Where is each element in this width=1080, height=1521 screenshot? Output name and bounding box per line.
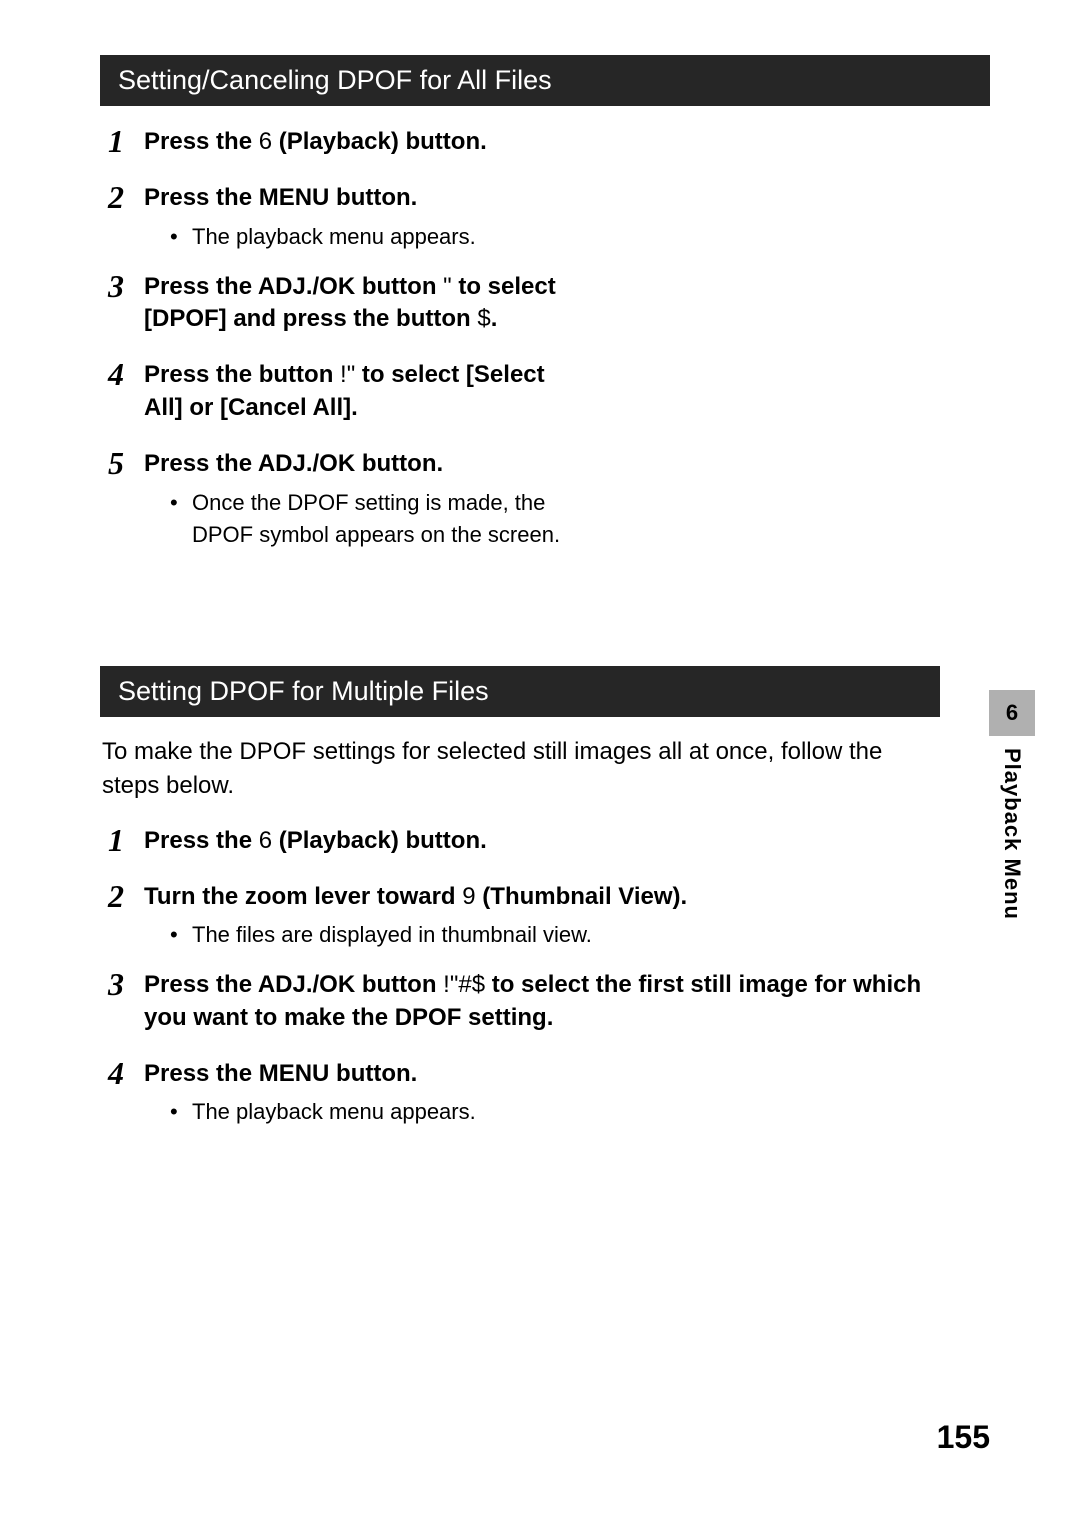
- step-title: Press the ADJ./OK button !"#$ to select …: [144, 969, 940, 1034]
- manual-page: Setting/Canceling DPOF for All Files 1 P…: [0, 0, 1080, 1521]
- step-list-1: 1 Press the 6 (Playback) button. 2 Press…: [100, 124, 990, 550]
- step-list-2: 1 Press the 6 (Playback) button. 2 Turn …: [100, 823, 940, 1129]
- step-number: 4: [108, 357, 144, 430]
- step-item: 1 Press the 6 (Playback) button.: [100, 124, 990, 164]
- step-item: 3 Press the ADJ./OK button !"#$ to selec…: [100, 967, 940, 1040]
- page-number: 155: [937, 1419, 990, 1456]
- step-item: 4 Press the MENU button. The playback me…: [100, 1056, 940, 1128]
- step-title: Press the 6 (Playback) button.: [144, 126, 584, 158]
- step-body: Press the 6 (Playback) button.: [144, 124, 990, 164]
- chapter-number-box: 6: [989, 690, 1035, 736]
- step-body: Press the ADJ./OK button. Once the DPOF …: [144, 446, 990, 550]
- section-header-1: Setting/Canceling DPOF for All Files: [100, 55, 990, 106]
- section-intro: To make the DPOF settings for selected s…: [100, 735, 900, 802]
- step-title: Press the ADJ./OK button " to select [DP…: [144, 271, 584, 336]
- step-title: Press the 6 (Playback) button.: [144, 825, 940, 857]
- sub-bullet: The playback menu appears.: [170, 1096, 940, 1128]
- step-item: 3 Press the ADJ./OK button " to select […: [100, 269, 990, 342]
- sub-bullet-list: The playback menu appears.: [144, 1096, 940, 1128]
- step-body: Turn the zoom lever toward 9 (Thumbnail …: [144, 879, 940, 951]
- step-number: 3: [108, 967, 144, 1040]
- step-number: 1: [108, 823, 144, 863]
- step-number: 3: [108, 269, 144, 342]
- step-number: 4: [108, 1056, 144, 1128]
- step-body: Press the MENU button. The playback menu…: [144, 1056, 940, 1128]
- step-body: Press the 6 (Playback) button.: [144, 823, 940, 863]
- step-number: 2: [108, 180, 144, 252]
- step-title: Press the MENU button.: [144, 1058, 940, 1090]
- section-header-2: Setting DPOF for Multiple Files: [100, 666, 940, 717]
- step-title: Press the MENU button.: [144, 182, 584, 214]
- step-item: 4 Press the button !" to select [Select …: [100, 357, 990, 430]
- sub-bullet-list: The playback menu appears.: [144, 221, 990, 253]
- chapter-tab: 6 Playback Menu: [989, 690, 1035, 920]
- sub-bullet: The playback menu appears.: [170, 221, 610, 253]
- step-item: 5 Press the ADJ./OK button. Once the DPO…: [100, 446, 990, 550]
- sub-bullet-list: The files are displayed in thumbnail vie…: [144, 919, 940, 951]
- step-body: Press the button !" to select [Select Al…: [144, 357, 990, 430]
- sub-bullet: The files are displayed in thumbnail vie…: [170, 919, 940, 951]
- chapter-label: Playback Menu: [999, 748, 1025, 920]
- step-title: Press the ADJ./OK button.: [144, 448, 584, 480]
- step-item: 2 Turn the zoom lever toward 9 (Thumbnai…: [100, 879, 940, 951]
- step-body: Press the ADJ./OK button !"#$ to select …: [144, 967, 940, 1040]
- step-item: 2 Press the MENU button. The playback me…: [100, 180, 990, 252]
- sub-bullet: Once the DPOF setting is made, the DPOF …: [170, 487, 610, 551]
- section-gap: [100, 566, 990, 666]
- step-item: 1 Press the 6 (Playback) button.: [100, 823, 940, 863]
- step-number: 5: [108, 446, 144, 550]
- step-number: 1: [108, 124, 144, 164]
- step-title: Turn the zoom lever toward 9 (Thumbnail …: [144, 881, 940, 913]
- sub-bullet-list: Once the DPOF setting is made, the DPOF …: [144, 487, 990, 551]
- step-number: 2: [108, 879, 144, 951]
- step-body: Press the MENU button. The playback menu…: [144, 180, 990, 252]
- step-body: Press the ADJ./OK button " to select [DP…: [144, 269, 990, 342]
- step-title: Press the button !" to select [Select Al…: [144, 359, 584, 424]
